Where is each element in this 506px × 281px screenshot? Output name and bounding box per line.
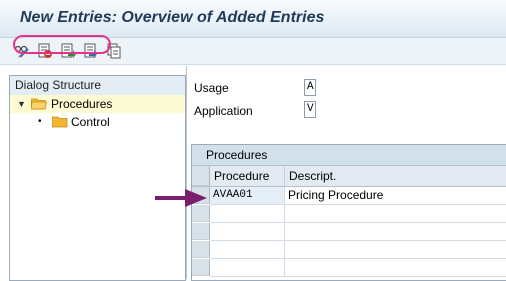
usage-label: Usage xyxy=(194,81,229,95)
procedure-cell[interactable]: AVAA01 xyxy=(210,187,285,205)
empty-cell[interactable] xyxy=(210,223,285,241)
row-selector[interactable] xyxy=(192,241,210,258)
empty-cell[interactable] xyxy=(285,223,506,241)
application-label: Application xyxy=(194,104,253,118)
application-field[interactable]: V xyxy=(304,101,316,118)
procedures-table: Procedures Procedure Descript. AVAA01 Pr… xyxy=(191,144,506,281)
empty-cell[interactable] xyxy=(285,259,506,277)
usage-field[interactable]: A xyxy=(304,79,316,96)
tree-item-label: Procedures xyxy=(51,97,113,111)
row-selector[interactable] xyxy=(192,259,210,276)
tree-item-label: Control xyxy=(71,115,110,129)
empty-cell[interactable] xyxy=(285,241,506,259)
highlight-ring-annotation xyxy=(13,35,111,54)
empty-cell[interactable] xyxy=(210,241,285,259)
empty-cell[interactable] xyxy=(285,205,506,223)
description-cell[interactable]: Pricing Procedure xyxy=(285,187,506,205)
pointer-arrow-annotation xyxy=(155,189,207,207)
column-header-procedure[interactable]: Procedure xyxy=(210,166,285,186)
folder-open-icon xyxy=(31,98,47,110)
empty-cell[interactable] xyxy=(210,205,285,223)
title-bar: New Entries: Overview of Added Entries xyxy=(0,0,506,38)
empty-cell[interactable] xyxy=(210,259,285,277)
splitter[interactable] xyxy=(186,66,187,279)
folder-icon xyxy=(52,116,68,128)
table-header: Procedure Descript. xyxy=(192,166,506,187)
bullet-icon: • xyxy=(38,116,42,127)
select-all-cell[interactable] xyxy=(192,166,210,186)
column-header-description[interactable]: Descript. xyxy=(285,166,506,186)
tree-item-procedures[interactable]: ▼ Procedures xyxy=(10,95,185,113)
dialog-structure-header: Dialog Structure xyxy=(10,76,185,96)
table-title: Procedures xyxy=(192,145,506,166)
tree-item-control[interactable]: • Control xyxy=(10,113,185,131)
dialog-structure-panel: Dialog Structure ▼ Procedures • Control xyxy=(9,75,186,281)
expand-triangle-icon[interactable]: ▼ xyxy=(17,95,26,113)
page-title: New Entries: Overview of Added Entries xyxy=(20,9,325,26)
row-selector[interactable] xyxy=(192,223,210,240)
